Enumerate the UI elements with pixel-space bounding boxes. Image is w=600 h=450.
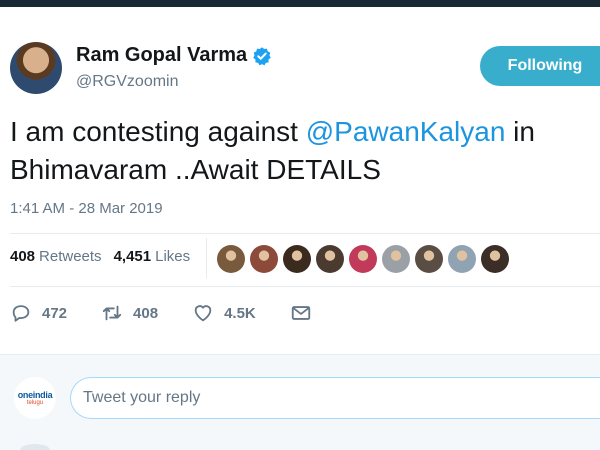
envelope-icon: [291, 306, 310, 320]
retweets-count[interactable]: 408: [10, 248, 35, 265]
partial-avatar: [20, 444, 50, 450]
stats-separator: [206, 238, 207, 278]
brand-logo-main: oneindia: [17, 390, 53, 400]
brand-logo-sub: telugu: [26, 400, 44, 406]
following-button[interactable]: Following: [480, 46, 600, 86]
author-avatar[interactable]: [10, 42, 62, 94]
brand-logo: oneindia telugu: [14, 377, 56, 419]
retweet-button[interactable]: 408: [101, 302, 158, 324]
reply-count: 472: [42, 304, 68, 322]
author-display-name[interactable]: Ram Gopal Varma: [76, 44, 247, 67]
tweet-text: I am contesting against @PawanKalyan in …: [10, 113, 595, 189]
liker-avatar[interactable]: [415, 245, 443, 273]
retweets-label[interactable]: Retweets: [39, 248, 102, 265]
reply-input[interactable]: [70, 377, 600, 419]
author-handle[interactable]: @RGVzoomin: [76, 73, 179, 91]
liker-avatar[interactable]: [283, 245, 311, 273]
tweet-text-before: I am contesting against: [10, 116, 306, 147]
heart-icon: [194, 305, 212, 322]
reply-composer: oneindia telugu: [0, 354, 600, 450]
likes-label[interactable]: Likes: [155, 248, 190, 265]
reply-button[interactable]: 472: [10, 302, 67, 324]
liker-avatar[interactable]: [481, 245, 509, 273]
mention-link[interactable]: @PawanKalyan: [306, 116, 506, 147]
liker-avatar[interactable]: [316, 245, 344, 273]
divider: [10, 286, 600, 287]
divider: [10, 233, 600, 234]
liker-avatar[interactable]: [349, 245, 377, 273]
liker-avatar[interactable]: [217, 245, 245, 273]
reply-icon: [12, 305, 30, 322]
verified-badge-icon: [253, 46, 271, 65]
direct-message-button[interactable]: [290, 302, 312, 324]
liker-avatar[interactable]: [250, 245, 278, 273]
likes-count[interactable]: 4,451: [114, 248, 152, 265]
liker-avatar[interactable]: [382, 245, 410, 273]
like-count: 4.5K: [224, 304, 256, 322]
author-name-row: Ram Gopal Varma: [76, 44, 272, 67]
engagement-stats: 408 Retweets 4,451 Likes: [10, 248, 202, 265]
liker-avatar[interactable]: [448, 245, 476, 273]
tweet-actions: 472 408 4.5K: [10, 302, 346, 324]
tweet-header: Ram Gopal Varma @RGVzoomin Following: [10, 40, 600, 100]
like-button[interactable]: 4.5K: [192, 302, 256, 324]
likers-avatar-row: [217, 245, 514, 273]
retweet-icon: [102, 305, 122, 321]
tweet-timestamp[interactable]: 1:41 AM - 28 Mar 2019: [10, 200, 163, 217]
retweet-count: 408: [133, 304, 159, 322]
top-strip: [0, 0, 600, 7]
